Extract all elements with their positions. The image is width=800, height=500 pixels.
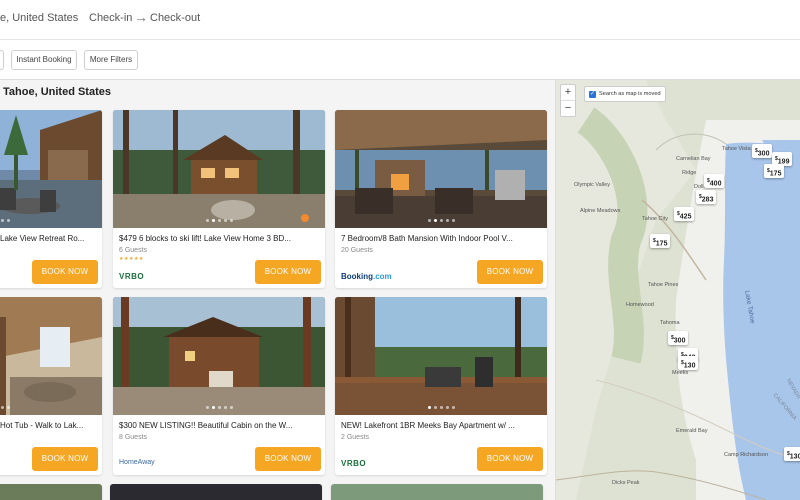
listing-title[interactable]: Hot Tub - Walk to Lak...	[0, 421, 102, 430]
map-label: Camp Richardson	[724, 452, 769, 458]
map-canvas[interactable]	[556, 80, 800, 500]
zoom-in-button[interactable]: +	[561, 85, 575, 101]
map-zoom-control: + −	[560, 84, 576, 117]
photo-carousel-dots[interactable]	[335, 406, 547, 409]
listing-card[interactable]: Lake View Retreat Ro... BOOK NOW	[0, 110, 102, 288]
map-label: Tahoe Vista	[722, 146, 751, 152]
listing-card[interactable]	[0, 484, 102, 500]
arrow-right-icon: →	[134, 9, 148, 25]
search-as-moved-toggle[interactable]: ✓ Search as map is moved	[584, 86, 666, 102]
photo-carousel-dots[interactable]	[335, 219, 547, 222]
map-label: Tahoe City	[642, 216, 668, 222]
map-label: Ridge	[682, 170, 697, 176]
results-title: Tahoe, United States	[3, 86, 111, 98]
listing-photo[interactable]	[0, 484, 102, 500]
map-label: Homewood	[626, 302, 654, 308]
zoom-out-button[interactable]: −	[561, 101, 575, 117]
listing-photo[interactable]	[331, 484, 543, 500]
map-label: Alpine Meadows	[580, 208, 621, 214]
listing-title[interactable]: 7 Bedroom/8 Bath Mansion With Indoor Poo…	[341, 234, 541, 243]
price-marker[interactable]: $175	[650, 234, 671, 248]
listing-photo[interactable]	[0, 110, 102, 228]
guest-count: 6 Guests	[119, 247, 148, 254]
map-label: Meeks	[672, 370, 689, 376]
map-label: Tahoe Pines	[648, 282, 679, 288]
price-marker[interactable]: $425	[674, 207, 695, 221]
booking-logo: Booking.com	[341, 272, 392, 281]
book-now-button[interactable]: BOOK NOW	[255, 447, 321, 471]
rating-stars: ★★★★★	[119, 256, 144, 262]
vrbo-logo: VRBO	[341, 459, 367, 468]
listing-photo[interactable]	[113, 110, 325, 228]
map-label: Carnelian Bay	[676, 156, 711, 162]
checkout-field[interactable]: Check-out	[150, 12, 200, 24]
listing-photo[interactable]	[0, 297, 102, 415]
photo-carousel-dots[interactable]	[113, 219, 325, 222]
location-field[interactable]: e, United States	[0, 12, 78, 24]
map-label: Tahoma	[660, 320, 680, 326]
map-label: Dicks Peak	[612, 480, 640, 486]
book-now-button[interactable]: BOOK NOW	[477, 447, 543, 471]
price-marker[interactable]: $300	[668, 331, 689, 345]
price-marker[interactable]: $400	[704, 174, 725, 188]
price-marker[interactable]: $283	[696, 190, 717, 204]
more-filters-button[interactable]: More Filters	[84, 50, 138, 70]
listing-card[interactable]: NEW! Lakefront 1BR Meeks Bay Apartment w…	[335, 297, 547, 475]
listing-card[interactable]: $300 NEW LISTING!! Beautiful Cabin on th…	[113, 297, 325, 475]
price-marker[interactable]: $175	[764, 164, 785, 178]
guest-count: 8 Guests	[119, 434, 148, 441]
filter-chip-partial[interactable]	[0, 50, 4, 70]
booking-logo-tld: .com	[373, 272, 392, 281]
results-panel[interactable]: Tahoe, United States Lake View Retreat R…	[0, 80, 556, 500]
book-now-button[interactable]: BOOK NOW	[32, 447, 98, 471]
map-panel[interactable]: + − ✓ Search as map is moved Olympic Val…	[556, 80, 800, 500]
listing-card[interactable]	[110, 484, 322, 500]
price-marker[interactable]: $130	[678, 356, 699, 370]
vrbo-logo: VRBO	[119, 272, 145, 281]
listing-photo[interactable]	[113, 297, 325, 415]
photo-carousel-dots[interactable]	[0, 219, 102, 222]
checkbox-checked-icon[interactable]: ✓	[589, 90, 596, 98]
listing-title[interactable]: Lake View Retreat Ro...	[0, 234, 102, 243]
photo-carousel-dots[interactable]	[0, 406, 102, 409]
guest-count: 20 Guests	[341, 247, 373, 254]
search-header: e, United States Check-in → Check-out	[0, 0, 800, 40]
homeaway-logo: HomeAway	[119, 459, 155, 466]
book-now-button[interactable]: BOOK NOW	[32, 260, 98, 284]
book-now-button[interactable]: BOOK NOW	[477, 260, 543, 284]
photo-carousel-dots[interactable]	[113, 406, 325, 409]
listing-card[interactable]: 7 Bedroom/8 Bath Mansion With Indoor Poo…	[335, 110, 547, 288]
listing-card[interactable]	[331, 484, 543, 500]
book-now-button[interactable]: BOOK NOW	[255, 260, 321, 284]
listing-photo[interactable]	[335, 297, 547, 415]
price-marker[interactable]: $130	[784, 447, 800, 461]
checkin-field[interactable]: Check-in	[89, 12, 132, 24]
search-as-moved-label: Search as map is moved	[599, 91, 661, 97]
listing-photo[interactable]	[335, 110, 547, 228]
price-marker[interactable]: $300	[752, 144, 773, 158]
map-label: Emerald Bay	[676, 428, 708, 434]
listing-title[interactable]: $479 6 blocks to ski lift! Lake View Hom…	[119, 234, 319, 243]
listing-photo[interactable]	[110, 484, 322, 500]
guest-count: 2 Guests	[341, 434, 370, 441]
instant-booking-button[interactable]: Instant Booking	[11, 50, 77, 70]
listing-card[interactable]: Hot Tub - Walk to Lak... BOOK NOW	[0, 297, 102, 475]
map-label: Olympic Valley	[574, 182, 610, 188]
listing-title[interactable]: $300 NEW LISTING!! Beautiful Cabin on th…	[119, 421, 319, 430]
listing-title[interactable]: NEW! Lakefront 1BR Meeks Bay Apartment w…	[341, 421, 541, 430]
filter-bar: Instant Booking More Filters	[0, 40, 800, 80]
booking-logo-main: Booking	[341, 272, 373, 281]
listing-card[interactable]: $479 6 blocks to ski lift! Lake View Hom…	[113, 110, 325, 288]
